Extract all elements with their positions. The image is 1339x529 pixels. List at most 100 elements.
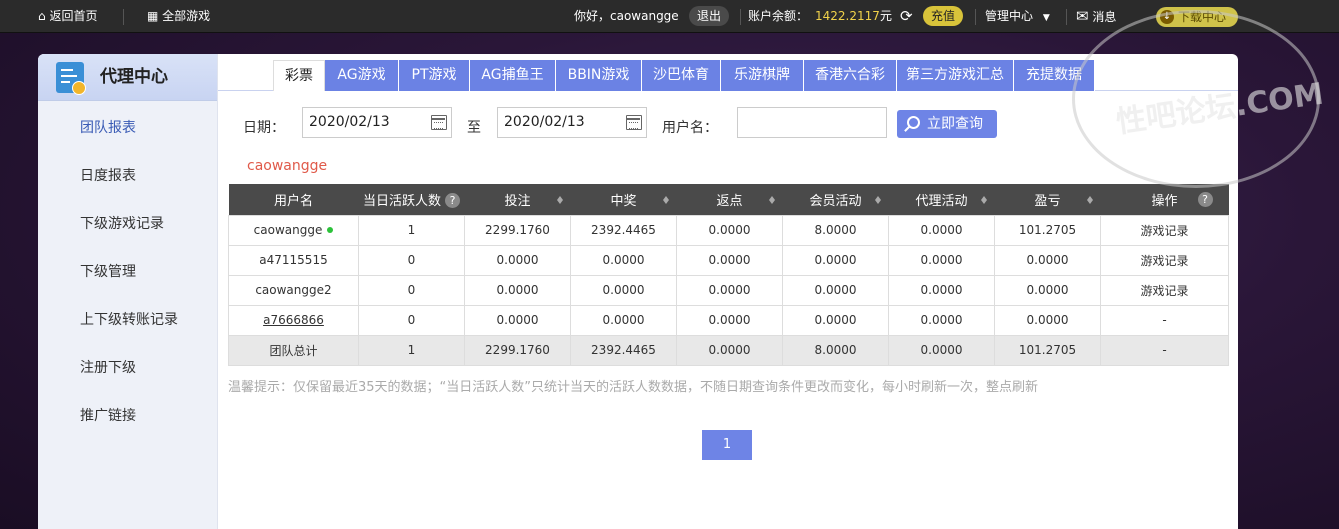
greeting-text: 你好，caowangge [574, 9, 679, 23]
col-member-activity[interactable]: 会员活动 [782, 184, 889, 215]
tab-ag-fishing[interactable]: AG捕鱼王 [470, 60, 556, 91]
logout-button[interactable]: 退出 [689, 6, 730, 26]
cell: 0.0000 [464, 304, 571, 336]
sidebar-item-transfer-records[interactable]: 上下级转账记录 [80, 309, 178, 329]
game-record-link[interactable]: 游戏记录 [1100, 274, 1229, 306]
tab-ag-games[interactable]: AG游戏 [325, 60, 399, 91]
refresh-icon[interactable]: ⟳ [900, 0, 913, 33]
sort-icon[interactable] [662, 193, 669, 206]
table-row: a7666866 0 0.0000 0.0000 0.0000 0.0000 0… [228, 304, 1229, 336]
username-input[interactable] [737, 107, 887, 138]
col-profit-loss[interactable]: 盈亏 [994, 184, 1101, 215]
page-button-current[interactable]: 1 [702, 430, 752, 460]
tab-hk-lottery[interactable]: 香港六合彩 [804, 60, 897, 91]
cell: 1 [358, 214, 465, 246]
cell: 0.0000 [676, 304, 783, 336]
game-record-link[interactable]: 游戏记录 [1100, 244, 1229, 276]
sidebar-header: 代理中心 [38, 54, 217, 101]
sidebar-item-sub-management[interactable]: 下级管理 [80, 261, 136, 281]
manage-menu[interactable]: 管理中心 ▼ [985, 0, 1050, 33]
download-center-button[interactable]: ↓ 下载中心 [1156, 7, 1238, 27]
sidebar-item-register-sub[interactable]: 注册下级 [80, 357, 136, 377]
sidebar-item-daily-report[interactable]: 日度报表 [80, 165, 136, 185]
sort-icon[interactable] [556, 193, 563, 206]
col-agent-activity[interactable]: 代理活动 [888, 184, 995, 215]
calendar-icon[interactable] [431, 115, 447, 130]
cell: 2299.1760 [464, 214, 571, 246]
sort-icon[interactable] [980, 193, 987, 206]
col-active-count[interactable]: 当日活跃人数? [358, 184, 465, 215]
table-row: caowangge2 0 0.0000 0.0000 0.0000 0.0000… [228, 274, 1229, 306]
help-icon[interactable]: ? [1197, 192, 1213, 207]
cell: 2392.4465 [570, 214, 677, 246]
table-row: a47115515 0 0.0000 0.0000 0.0000 0.0000 … [228, 244, 1229, 276]
sort-icon[interactable] [1086, 193, 1093, 206]
calendar-icon[interactable] [626, 115, 642, 130]
header-label: 返点 [716, 193, 743, 209]
cell: 0.0000 [676, 274, 783, 306]
table-header-row: 用户名 当日活跃人数? 投注 中奖 返点 会员活动 代理活动 盈亏 操作? [228, 184, 1229, 215]
cell: 0.0000 [994, 244, 1101, 276]
to-label: 至 [467, 120, 481, 136]
notice-text: 温馨提示：仅保留最近35天的数据；“当日活跃人数”只统计当天的活跃人数数据，不随… [228, 380, 1039, 395]
game-record-link[interactable]: 游戏记录 [1100, 214, 1229, 246]
col-bet[interactable]: 投注 [464, 184, 571, 215]
tab-saba-sports[interactable]: 沙巴体育 [642, 60, 721, 91]
header-label: 操作 [1151, 193, 1178, 209]
home-link[interactable]: ⌂ 返回首页 [38, 0, 97, 33]
messages-link[interactable]: ✉ 消息 [1076, 0, 1116, 33]
sidebar-item-promo-link[interactable]: 推广链接 [80, 405, 136, 425]
header-label: 会员活动 [809, 193, 862, 209]
sort-icon[interactable] [874, 193, 881, 206]
sidebar: 代理中心 团队报表 日度报表 下级游戏记录 下级管理 上下级转账记录 注册下级 … [38, 54, 218, 529]
main-panel: 代理中心 团队报表 日度报表 下级游戏记录 下级管理 上下级转账记录 注册下级 … [38, 54, 1238, 529]
recharge-button[interactable]: 充值 [923, 6, 964, 26]
cell-username[interactable]: a47115515 [228, 244, 359, 276]
download-icon: ↓ [1160, 10, 1174, 24]
tab-bbin-games[interactable]: BBIN游戏 [556, 60, 642, 91]
tab-leyou-chess[interactable]: 乐游棋牌 [721, 60, 804, 91]
date-label: 日期： [243, 120, 285, 136]
cell: 0.0000 [676, 214, 783, 246]
sidebar-title: 代理中心 [100, 67, 168, 87]
date-to-field[interactable]: 2020/02/13 [497, 107, 647, 138]
cell: 8.0000 [782, 214, 889, 246]
cell: 2392.4465 [570, 334, 677, 366]
cell: 2299.1760 [464, 334, 571, 366]
grid-icon: ▦ [147, 9, 159, 23]
col-win[interactable]: 中奖 [570, 184, 677, 215]
username-text: caowangge [253, 223, 323, 237]
cell-username[interactable]: caowangge2 [228, 274, 359, 306]
col-username: 用户名 [228, 184, 359, 215]
col-actions: 操作? [1100, 184, 1229, 215]
header-label: 盈亏 [1034, 193, 1061, 209]
tab-lottery[interactable]: 彩票 [273, 60, 325, 91]
cell: 0.0000 [570, 244, 677, 276]
sub-user-link[interactable]: a7666866 [263, 313, 324, 327]
tab-third-party-summary[interactable]: 第三方游戏汇总 [897, 60, 1014, 91]
home-label: 返回首页 [49, 9, 98, 23]
tab-deposit-withdraw[interactable]: 充提数据 [1014, 60, 1095, 91]
agent-badge-icon [56, 62, 86, 95]
all-games-link[interactable]: ▦ 全部游戏 [147, 0, 210, 33]
tab-pt-games[interactable]: PT游戏 [399, 60, 470, 91]
header-label: 当日活跃人数 [362, 193, 441, 209]
cell: 1 [358, 334, 465, 366]
sidebar-item-sub-game-records[interactable]: 下级游戏记录 [80, 213, 164, 233]
sidebar-item-team-report[interactable]: 团队报表 [80, 117, 136, 137]
cell: 0.0000 [464, 274, 571, 306]
sort-icon[interactable] [768, 193, 775, 206]
cell-username[interactable]: caowangge [228, 214, 359, 246]
caret-down-icon: ▼ [1042, 13, 1050, 23]
cell: 0.0000 [994, 274, 1101, 306]
cell: 0.0000 [888, 214, 995, 246]
query-button[interactable]: 立即查询 [897, 110, 997, 138]
cell-username: a7666866 [228, 304, 359, 336]
date-from-field[interactable]: 2020/02/13 [302, 107, 452, 138]
col-rebate[interactable]: 返点 [676, 184, 783, 215]
username-label: 用户名： [662, 120, 718, 136]
header-label: 投注 [504, 193, 531, 209]
top-bar: ⌂ 返回首页 ▦ 全部游戏 你好，caowangge 退出 账户余额： 1422… [0, 0, 1339, 33]
help-icon[interactable]: ? [445, 192, 460, 208]
cell: 0.0000 [464, 244, 571, 276]
